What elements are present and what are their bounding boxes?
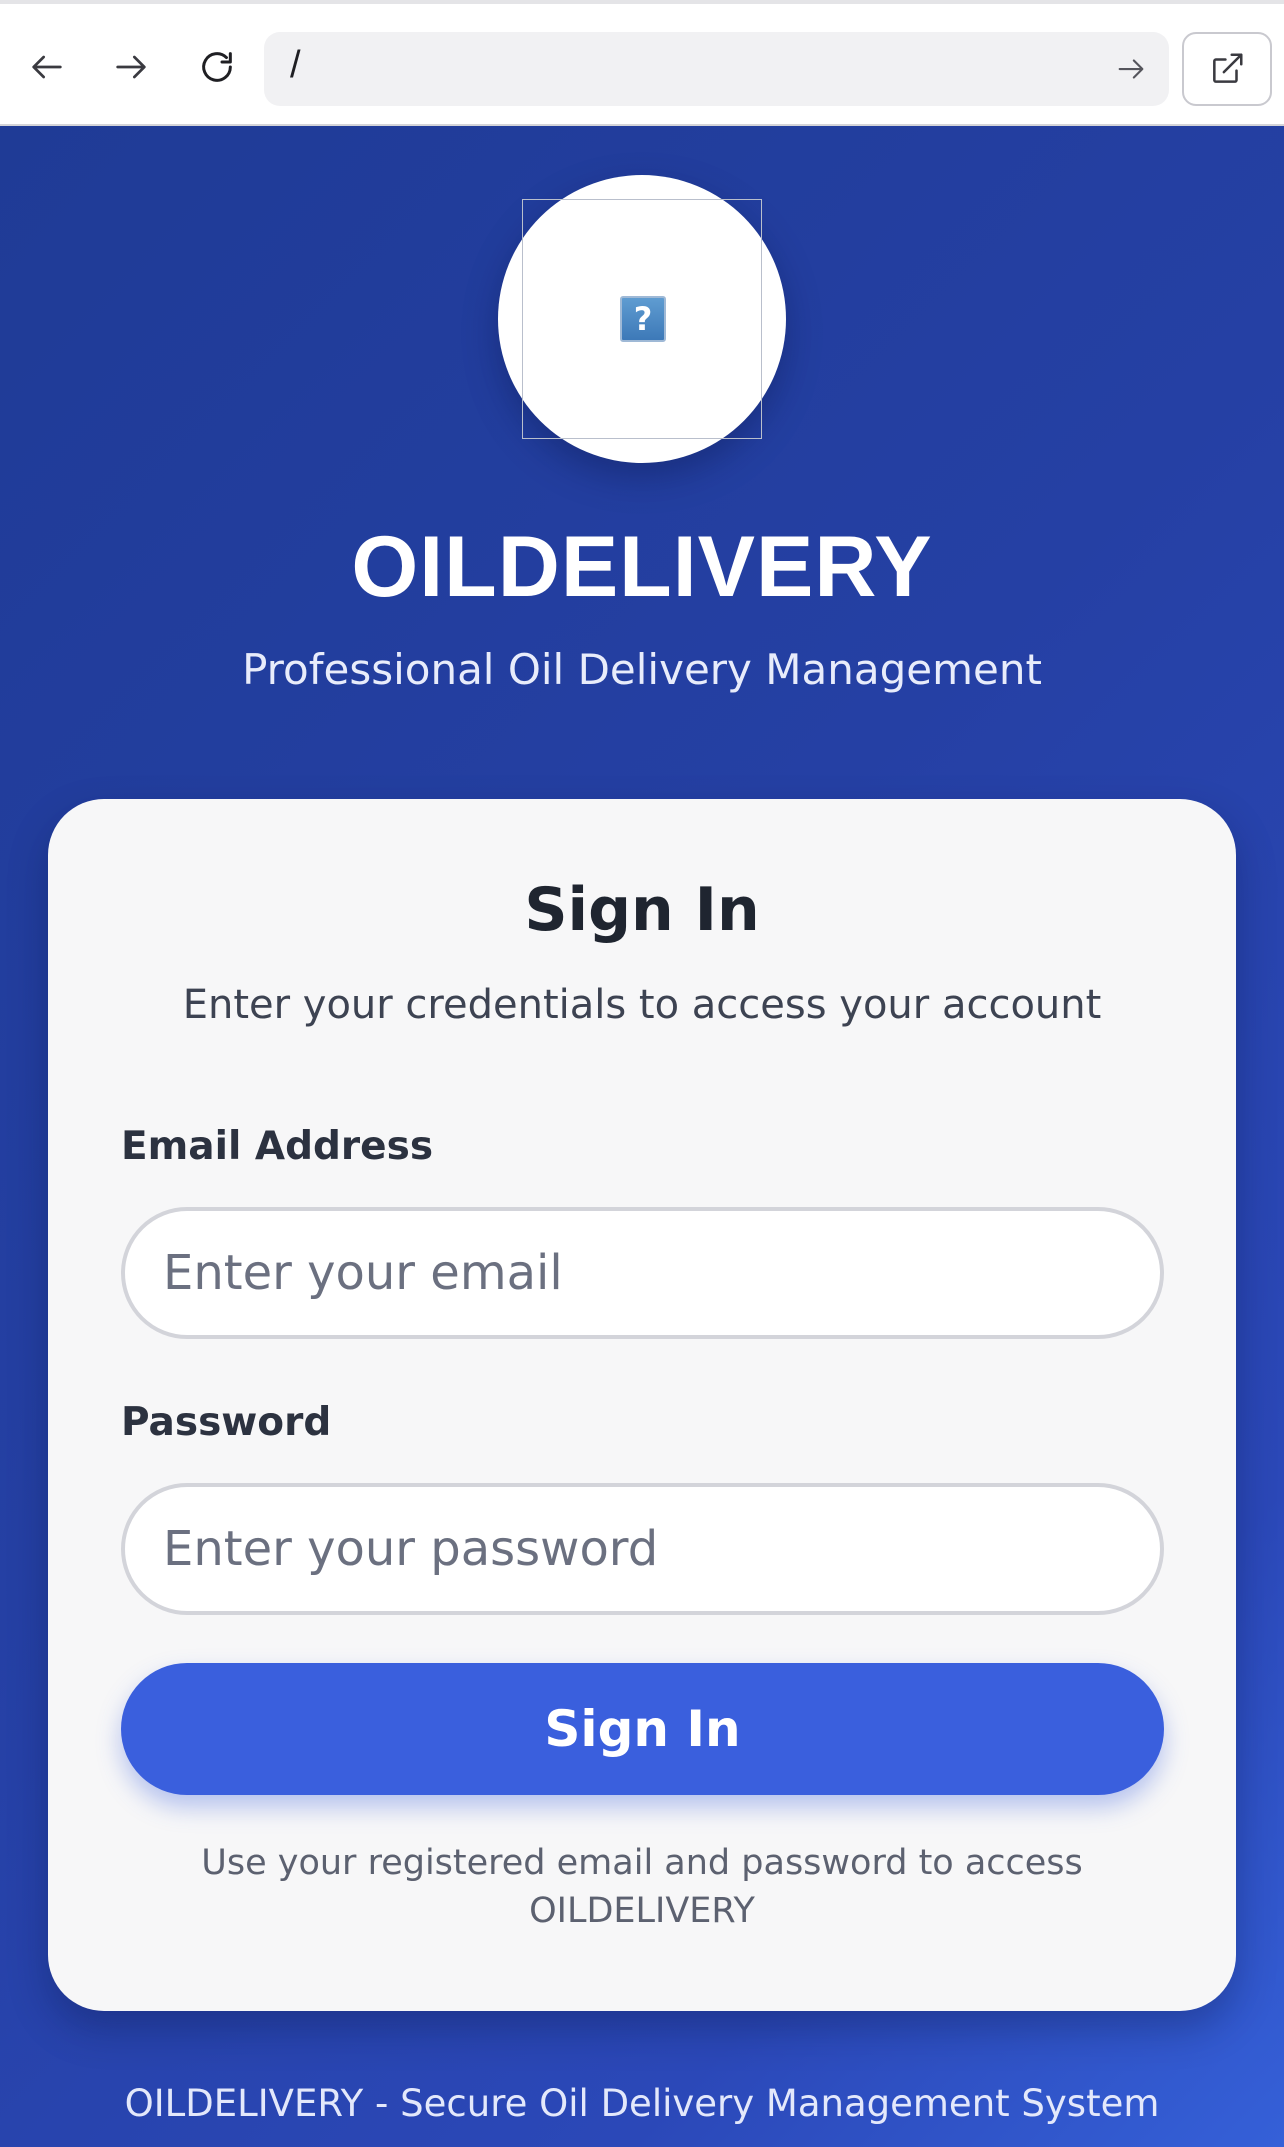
email-field[interactable] (121, 1207, 1164, 1339)
arrow-right-icon (1118, 59, 1144, 79)
brand-subtitle: Professional Oil Delivery Management (242, 645, 1042, 694)
address-bar[interactable]: / (264, 32, 1169, 106)
browser-toolbar: / (0, 0, 1284, 126)
login-hint: Use your registered email and password t… (201, 1843, 1083, 1931)
reload-icon (202, 52, 232, 82)
open-external-button[interactable] (1182, 32, 1272, 106)
card-subtitle: Enter your credentials to access your ac… (182, 982, 1102, 1028)
address-text: / (290, 44, 301, 86)
back-button[interactable] (20, 40, 74, 94)
broken-image-icon: ? (620, 296, 666, 342)
arrow-left-icon (32, 55, 62, 79)
password-label: Password (121, 1400, 332, 1445)
sign-in-button[interactable]: Sign In (121, 1663, 1164, 1795)
footer-text: OILDELIVERY - Secure Oil Delivery Manage… (124, 2082, 1160, 2125)
brand-title: OILDELIVERY (351, 519, 933, 615)
email-label: Email Address (121, 1124, 434, 1169)
card-title: Sign In (524, 875, 760, 945)
password-field[interactable] (121, 1483, 1164, 1615)
external-link-icon (1213, 53, 1243, 83)
go-button[interactable] (1111, 49, 1151, 89)
reload-button[interactable] (190, 40, 244, 94)
arrow-right-icon (116, 55, 146, 79)
login-card: Sign In Enter your credentials to access… (48, 799, 1236, 2011)
forward-button[interactable] (104, 40, 158, 94)
login-page: ? OILDELIVERY Professional Oil Delivery … (0, 126, 1284, 2147)
